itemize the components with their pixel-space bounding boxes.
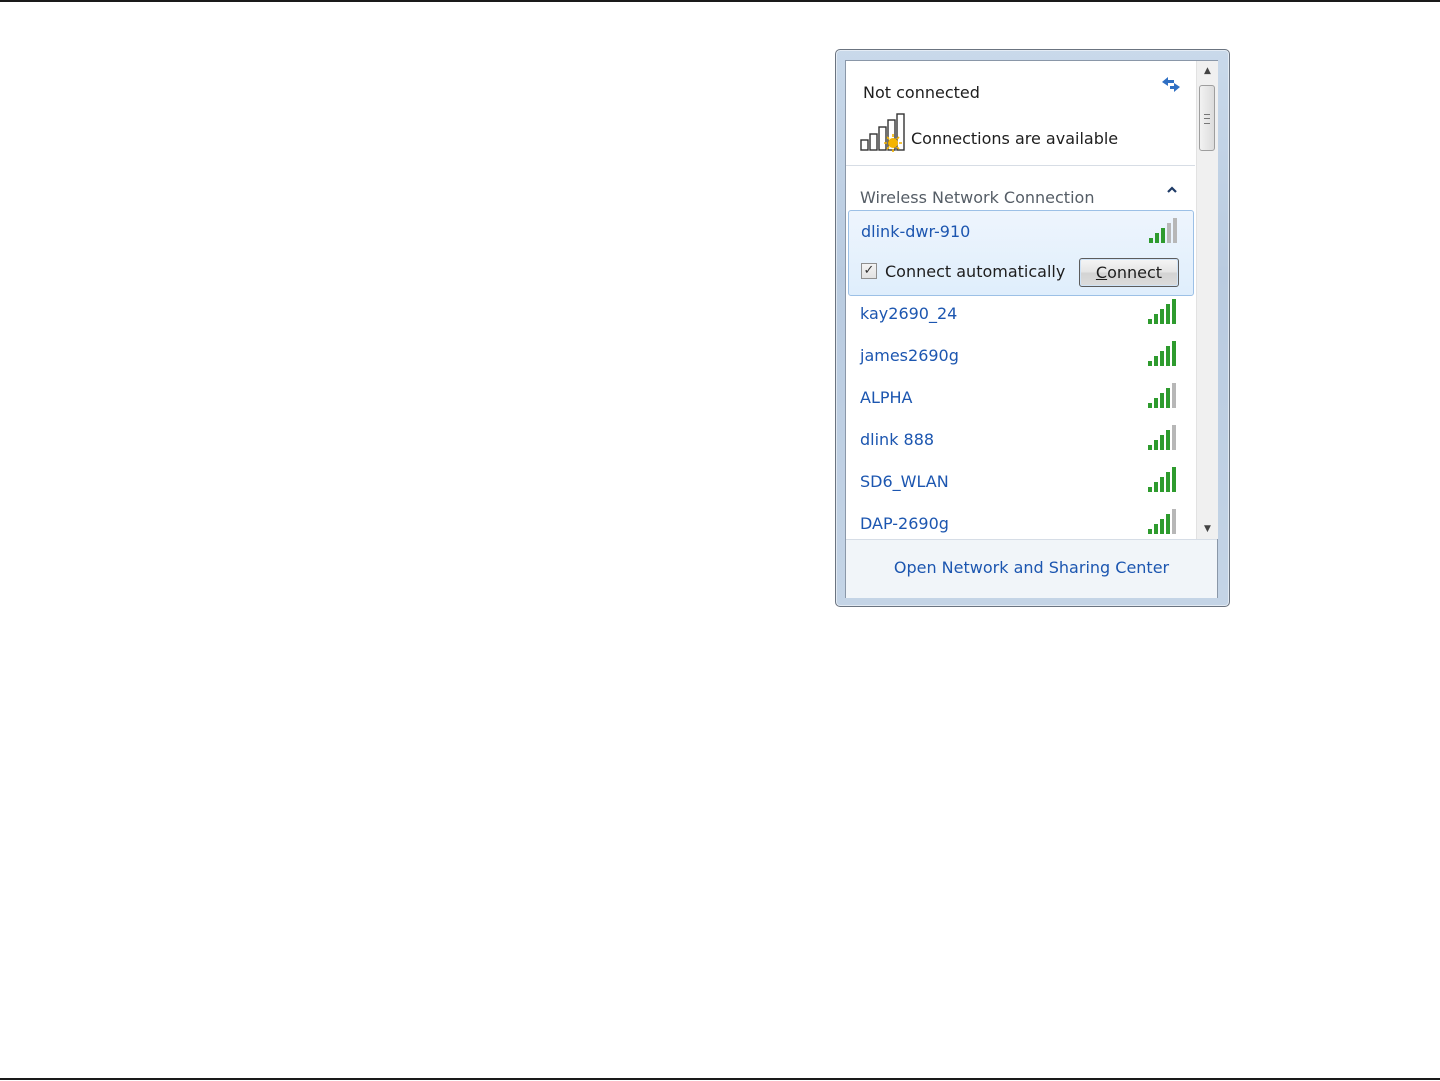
- signal-bar: [1166, 430, 1170, 450]
- signal-bar: [1154, 440, 1158, 450]
- connection-status-title: Not connected: [863, 83, 980, 102]
- signal-strength-icon: [1148, 383, 1176, 408]
- network-item-selected[interactable]: dlink-dwr-910 ✓ Connect automatically Co…: [848, 210, 1194, 296]
- network-name: james2690g: [860, 346, 959, 365]
- network-list-scrollbar[interactable]: ▲ ▼: [1196, 61, 1218, 539]
- network-name: dlink-dwr-910: [861, 222, 971, 241]
- signal-strength-icon: [1148, 425, 1176, 450]
- flyout-footer: Open Network and Sharing Center: [846, 539, 1217, 598]
- signal-bar: [1166, 346, 1170, 366]
- chevron-up-icon[interactable]: [1165, 183, 1179, 197]
- signal-bar: [1166, 388, 1170, 408]
- signal-bar: [1172, 467, 1176, 492]
- wireless-signal-warning-icon: [860, 113, 905, 152]
- signal-strength-icon: [1148, 341, 1176, 366]
- signal-bar: [1149, 238, 1153, 243]
- network-name: DAP-2690g: [860, 514, 949, 533]
- scroll-up-arrow-icon[interactable]: ▲: [1197, 61, 1218, 81]
- signal-bar: [1148, 403, 1152, 408]
- network-item[interactable]: ALPHA: [848, 380, 1194, 420]
- page-bottom-rule: [0, 1078, 1440, 1080]
- signal-strength-icon: [1148, 509, 1176, 534]
- signal-bar: [1160, 351, 1164, 366]
- signal-bar: [1154, 356, 1158, 366]
- signal-bar: [1154, 398, 1158, 408]
- signal-bar: [1155, 233, 1159, 243]
- signal-strength-icon: [1148, 299, 1176, 324]
- signal-bar: [1148, 361, 1152, 366]
- signal-bar: [1172, 341, 1176, 366]
- connect-automatically-checkbox[interactable]: ✓: [861, 263, 877, 279]
- header-divider: [846, 165, 1195, 166]
- signal-bar: [1154, 524, 1158, 534]
- section-title-wireless: Wireless Network Connection: [860, 188, 1095, 207]
- network-list: kay2690_24 james2690g ALPHA dlink 888 SD…: [846, 296, 1195, 541]
- signal-bar: [1160, 477, 1164, 492]
- signal-bar: [1166, 514, 1170, 534]
- signal-strength-icon: [1148, 467, 1176, 492]
- network-name: ALPHA: [860, 388, 913, 407]
- network-item[interactable]: kay2690_24: [848, 296, 1194, 336]
- signal-bar: [1166, 304, 1170, 324]
- signal-bar: [1172, 299, 1176, 324]
- signal-bar: [1172, 509, 1176, 534]
- signal-bar: [1173, 218, 1177, 243]
- signal-bar: [1161, 228, 1165, 243]
- connect-button[interactable]: Connect: [1079, 258, 1179, 287]
- open-network-sharing-center-link[interactable]: Open Network and Sharing Center: [846, 558, 1217, 577]
- network-item[interactable]: SD6_WLAN: [848, 464, 1194, 504]
- signal-bar: [1160, 309, 1164, 324]
- scroll-down-arrow-icon[interactable]: ▼: [1197, 519, 1218, 539]
- signal-bar: [1160, 519, 1164, 534]
- signal-bar: [1172, 383, 1176, 408]
- network-name: SD6_WLAN: [860, 472, 949, 491]
- network-name: dlink 888: [860, 430, 935, 449]
- connect-button-label: onnect: [1107, 263, 1163, 282]
- network-name: kay2690_24: [860, 304, 958, 323]
- signal-bar: [1148, 487, 1152, 492]
- signal-bar: [1148, 445, 1152, 450]
- connections-available-text: Connections are available: [911, 129, 1119, 148]
- signal-bar: [1154, 314, 1158, 324]
- network-item[interactable]: DAP-2690g: [848, 506, 1194, 541]
- page-top-rule: [0, 0, 1440, 2]
- signal-bar: [1160, 435, 1164, 450]
- signal-bar: [1154, 482, 1158, 492]
- signal-bar: [1166, 472, 1170, 492]
- scroll-thumb[interactable]: [1199, 85, 1215, 151]
- signal-bar: [1172, 425, 1176, 450]
- signal-bar: [1167, 223, 1171, 243]
- signal-strength-icon: [1149, 218, 1177, 243]
- scroll-grip-icon: [1204, 114, 1210, 124]
- connect-automatically-label: Connect automatically: [885, 262, 1066, 281]
- connect-button-accesskey: C: [1095, 263, 1108, 282]
- refresh-icon[interactable]: [1159, 73, 1183, 93]
- network-item[interactable]: dlink 888: [848, 422, 1194, 462]
- network-item[interactable]: james2690g: [848, 338, 1194, 378]
- signal-bar: [1148, 319, 1152, 324]
- signal-bar: [1160, 393, 1164, 408]
- signal-bar: [1148, 529, 1152, 534]
- flyout-panel: Not connected Connections are available …: [845, 60, 1218, 598]
- network-flyout: Not connected Connections are available …: [835, 49, 1230, 607]
